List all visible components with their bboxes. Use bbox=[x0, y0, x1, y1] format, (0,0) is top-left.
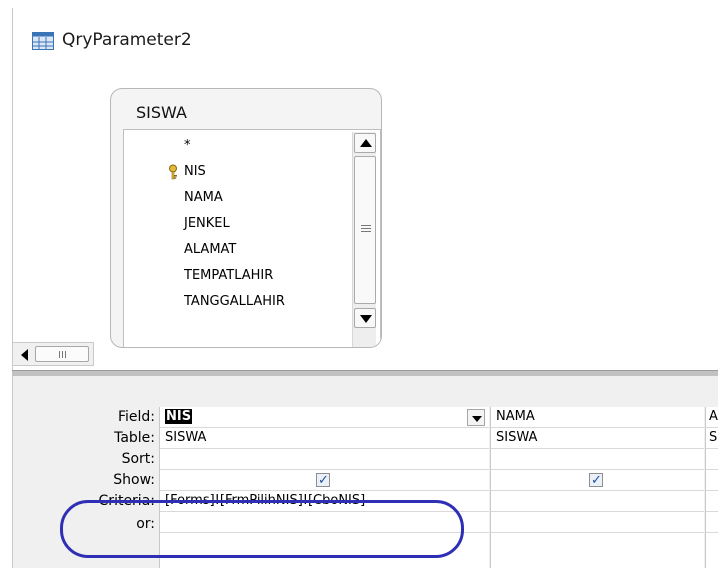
table-cell[interactable]: S bbox=[706, 428, 718, 449]
grip-line bbox=[59, 351, 60, 358]
arrow-left-icon[interactable] bbox=[21, 349, 28, 361]
or-cell[interactable] bbox=[491, 512, 704, 533]
criteria-highlight-annotation bbox=[60, 500, 464, 558]
field-value[interactable]: NIS bbox=[165, 409, 193, 424]
field-list-scrollbar[interactable] bbox=[352, 132, 376, 347]
field-item-tanggallahir[interactable]: TANGGALLAHIR bbox=[184, 294, 285, 309]
grip-line bbox=[361, 225, 371, 226]
or-cell[interactable] bbox=[706, 512, 718, 533]
row-label-table: Table: bbox=[114, 430, 155, 446]
hscroll-thumb[interactable] bbox=[35, 346, 89, 362]
field-list[interactable]: * NIS NAMA JENKEL ALAMAT TEMPATLAHIR TAN… bbox=[123, 129, 381, 347]
grid-column-nama[interactable]: NAMA SISWA bbox=[490, 407, 704, 568]
grip-line bbox=[62, 351, 63, 358]
grip-line bbox=[65, 351, 66, 358]
scroll-down-button[interactable] bbox=[354, 308, 376, 328]
criteria-cell[interactable] bbox=[706, 491, 718, 512]
field-item-tempatlahir[interactable]: TEMPATLAHIR bbox=[184, 268, 273, 283]
window-titlebar: QryParameter2 bbox=[12, 8, 718, 82]
row-label-sort: Sort: bbox=[121, 451, 155, 467]
field-dropdown-button[interactable] bbox=[467, 409, 485, 426]
field-cell[interactable]: NAMA bbox=[491, 407, 704, 428]
table-cell[interactable]: SISWA bbox=[491, 428, 704, 449]
field-item-jenkel[interactable]: JENKEL bbox=[184, 216, 230, 231]
sort-cell[interactable] bbox=[491, 449, 704, 470]
table-name[interactable]: SISWA bbox=[136, 103, 187, 122]
sort-cell[interactable] bbox=[160, 449, 489, 470]
arrow-up-icon bbox=[360, 139, 372, 147]
field-cell[interactable]: NIS bbox=[160, 407, 489, 428]
grid-column-3[interactable]: A S bbox=[705, 407, 718, 568]
grip-line bbox=[361, 228, 371, 229]
chevron-down-icon bbox=[472, 416, 482, 422]
scroll-up-button[interactable] bbox=[354, 133, 376, 153]
row-label-show: Show: bbox=[113, 472, 155, 488]
primary-key-icon bbox=[169, 164, 177, 180]
query-icon bbox=[32, 32, 54, 50]
scroll-thumb[interactable] bbox=[354, 156, 376, 304]
field-item-nama[interactable]: NAMA bbox=[184, 190, 223, 205]
query-design-window: QryParameter2 SISWA * NIS NAMA JENKEL AL… bbox=[0, 0, 718, 568]
row-label-field: Field: bbox=[117, 409, 155, 425]
design-pane-hscrollbar[interactable] bbox=[12, 342, 94, 366]
window-title: QryParameter2 bbox=[62, 30, 192, 50]
grip-line bbox=[361, 231, 371, 232]
field-item-nis[interactable]: NIS bbox=[184, 164, 206, 179]
field-cell[interactable]: A bbox=[706, 407, 718, 428]
table-field-list-siswa[interactable]: SISWA * NIS NAMA JENKEL ALAMAT TEMPATLAH… bbox=[110, 88, 382, 348]
show-checkbox[interactable] bbox=[316, 471, 330, 490]
show-checkbox[interactable] bbox=[589, 471, 603, 490]
table-cell[interactable]: SISWA bbox=[160, 428, 489, 449]
field-item-star[interactable]: * bbox=[184, 138, 191, 153]
criteria-cell[interactable] bbox=[491, 491, 704, 512]
show-cell[interactable] bbox=[160, 470, 489, 491]
arrow-down-icon bbox=[360, 315, 372, 323]
field-item-alamat[interactable]: ALAMAT bbox=[184, 242, 236, 257]
sort-cell[interactable] bbox=[706, 449, 718, 470]
show-cell[interactable] bbox=[491, 470, 704, 491]
show-cell[interactable] bbox=[706, 470, 718, 491]
